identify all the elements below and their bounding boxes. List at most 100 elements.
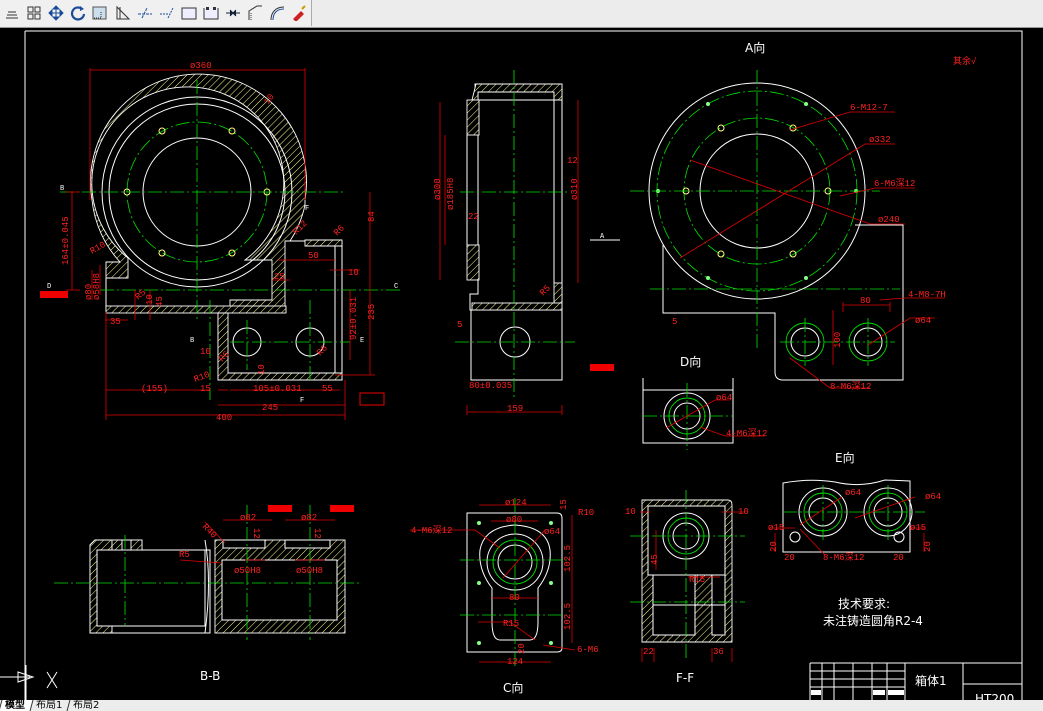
dim-100: 100 [833,332,843,348]
dim-10c: 10 [200,347,211,357]
toolbar [0,0,1043,28]
d-view-title: D向 [680,354,701,369]
front-view: ø360 10 164±0.045 R10 ø80 ø58H8 R5 10 45… [40,61,400,423]
section-marker-b: B [60,185,64,193]
grid-icon[interactable] [24,3,44,24]
pan-icon[interactable] [46,3,66,24]
dim-d80: ø80 [506,515,522,525]
c-view-title: C向 [503,680,523,695]
notes-line1: 未注铸造圆角R2-4 [823,613,923,628]
dim-164: 164±0.045 [61,216,71,265]
dim-8-m6: 8-M6深12 [830,381,871,392]
dim-6-m12: 6-M12-7 [850,103,888,113]
dim-d82b: ø82 [301,513,317,523]
dim-r6c: R6 [315,343,330,358]
tolerance-frame-2 [359,392,385,406]
dim-linear-icon[interactable] [90,3,110,24]
dim-25: 25 [274,272,285,282]
dim-8-m6: 8-M6深12 [823,552,864,563]
dim-20b: 20 [784,553,795,563]
dim-6-m6: 6-M6 [577,645,599,655]
dim-105: 105±0.031 [253,384,302,394]
dim-6-m6: 6-M6深12 [874,178,915,189]
dim-235: 235 [367,304,377,320]
dim-84: 84 [367,211,377,222]
material: HT200 [975,692,1014,700]
ff-view-title: F-F [676,671,694,685]
dim-80: 80 [509,593,520,603]
dim-d332: ø332 [869,135,891,145]
dimension-toolbar [0,0,312,26]
dim-radius-icon[interactable] [157,3,177,24]
dim-12a: 12 [251,528,261,539]
section-marker-f2: F [300,397,304,405]
paint-icon[interactable] [289,3,309,24]
dim-4-m8: 4-M8-7H [908,290,946,300]
dim-10b: 10 [738,507,749,517]
dim-5: 5 [672,317,677,327]
tolerance-frame-3 [590,364,614,371]
dim-aligned-icon[interactable] [112,3,132,24]
dim-4-m6: 4-M6深12 [411,525,452,536]
view-marker-c: C [394,283,398,291]
layout-tabs: 模型 布局1 布局2 [0,700,1043,711]
a-view-title: A向 [745,40,765,55]
dim-92: 92±0.031 [349,297,359,340]
dim-245: 245 [262,403,278,413]
section-marker-b2: B [190,337,194,345]
view-marker-d: D [47,283,51,291]
dim-box2-icon[interactable] [201,3,221,24]
dim-20d: 20 [923,541,933,552]
dim-10d: 10 [257,364,267,375]
part-name: 箱体1 [915,673,947,688]
a-view: A向 其余√ 6-M12-7 ø332 6-M6深12 ø240 4-M8-7H… [630,40,977,392]
dim-r10: R10 [578,508,594,518]
roughness-note: 其余√ [953,55,977,67]
layers-icon[interactable] [2,3,22,24]
dim-d240: ø240 [878,215,900,225]
dim-d300: ø300 [433,178,443,200]
section-marker-f: F [305,205,309,213]
dim-r10: R10 [89,240,108,257]
dim-d64b: ø64 [925,492,941,502]
dim-12: 12 [567,156,578,166]
dim-20a: 20 [769,541,779,552]
dim-r40: R40 [200,522,219,541]
c-view: C向 ø124 15 R10 ø80 4-M6深12 ø64 102.5 102… [410,498,599,695]
view-marker-e: E [360,337,364,345]
dim-angle-icon[interactable] [245,3,265,24]
dim-arc-icon[interactable] [267,3,287,24]
dim-124: 124 [507,657,523,667]
title-block: 箱体1 HT200 [809,662,1022,700]
dim-d64: ø64 [845,488,861,498]
bb-view-title: B-B [200,669,220,683]
rotate-icon[interactable] [68,3,88,24]
dim-ordinate-icon[interactable] [134,3,154,24]
dim-r6: R6 [332,223,347,238]
tab-layout2[interactable]: 布局2 [66,700,108,711]
dim-box-icon[interactable] [179,3,199,24]
dim-36: 36 [713,647,724,657]
dim-d15: ø15 [768,523,784,533]
dim-d15b: ø15 [910,523,926,533]
dim-d64: ø64 [716,393,732,403]
dim-continue-icon[interactable] [223,3,243,24]
technical-notes: 技术要求: 未注铸造圆角R2-4 [823,597,923,628]
side-view: ø300 ø185H8 22 12 ø310 R5 5 80±0.035 159… [433,70,620,415]
dim-22: 22 [643,647,654,657]
bb-view: B-B R40 R5 ø82 ø82 12 12 ø50H8 ø50H8 [54,505,360,683]
dim-80: 80±0.035 [469,381,512,391]
dim-diameter-360: ø360 [190,61,212,71]
dim-r10b: R10 [193,370,212,385]
drawing-canvas[interactable]: ø360 10 164±0.045 R10 ø80 ø58H8 R5 10 45… [0,28,1043,700]
tab-layout1[interactable]: 布局1 [29,700,70,711]
dim-102-5b: 102.5 [563,603,573,630]
dim-d310: ø310 [570,178,580,200]
dim-d64: ø64 [915,316,931,326]
e-view-title: E向 [835,450,855,465]
d-view: D向 ø64 4-M6深12 [642,354,767,450]
tab-model[interactable]: 模型 [0,700,33,711]
dim-5: 5 [457,320,462,330]
dim-50: 50 [308,251,319,261]
dim-d50h8b: ø50H8 [296,566,323,576]
